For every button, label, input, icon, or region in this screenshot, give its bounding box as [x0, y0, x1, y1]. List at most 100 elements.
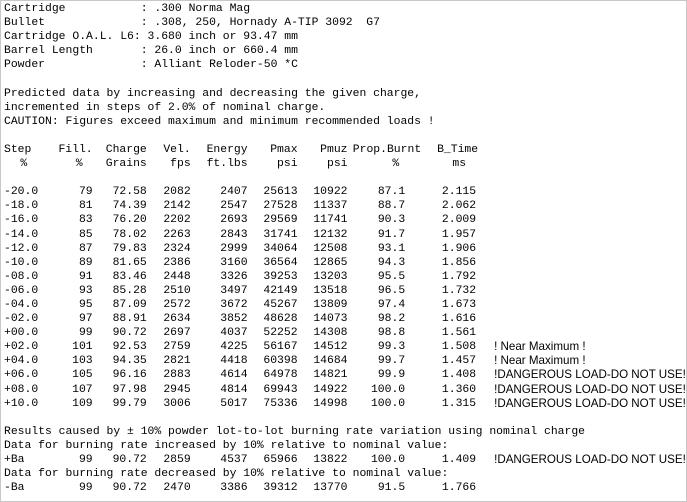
- header-velocity: Vel.: [163, 143, 191, 156]
- cell-fill: 79: [78, 186, 93, 199]
- cell-fill: 105: [72, 369, 93, 382]
- cell-b-time: 1.856: [441, 256, 477, 269]
- cell-charge: 72.58: [112, 186, 147, 199]
- cell-fill: 81: [78, 200, 93, 213]
- decreased-label-row: Data for burning rate decreased by 10% r…: [4, 467, 686, 481]
- cell-pmuz: 14308: [313, 327, 348, 340]
- cell-b-time: 1.792: [441, 270, 477, 283]
- cell-warning: [478, 242, 686, 256]
- table-row: -10.0 89 81.65 2386 3160 36564 12865 94.3 1.856: [4, 256, 686, 270]
- cell-prop-burnt: 91.7: [377, 228, 406, 241]
- cell-step: -18.0: [4, 200, 39, 213]
- cell-velocity: 2470: [163, 482, 191, 495]
- cell-charge: 81.65: [112, 256, 147, 269]
- variation-body: Results caused by ± 10% powder lot-to-lo…: [4, 411, 686, 496]
- cell-warning: [478, 298, 686, 312]
- cell-step: +00.0: [4, 327, 39, 340]
- cell-pmax: 25613: [263, 186, 298, 199]
- cell-pmuz: 14073: [313, 313, 348, 326]
- note-line: Predicted data by increasing and decreas…: [4, 87, 421, 100]
- cell-pmax: 45267: [263, 298, 298, 311]
- cell-velocity: 2634: [163, 313, 191, 326]
- header-fill: Fill.: [58, 143, 93, 156]
- cell-b-time: 1.408: [441, 369, 477, 382]
- cell-energy: 4614: [220, 369, 248, 382]
- cell-velocity: 2448: [163, 270, 191, 283]
- cell-step: -14.0: [4, 228, 39, 241]
- info-line-powder: Powder : Alliant Reloder-50 *C: [4, 59, 298, 72]
- cell-charge: 83.46: [112, 270, 147, 283]
- cell-pmuz: 11741: [313, 214, 348, 227]
- info-line-cartridge: Cartridge : .300 Norma Mag: [4, 3, 251, 15]
- info-line-oal: Cartridge O.A.L. L6: 3.680 inch or 93.47…: [4, 31, 298, 44]
- cell-charge: 88.91: [112, 313, 147, 326]
- cell-velocity: 2510: [163, 284, 191, 297]
- cell-energy: 3852: [220, 313, 248, 326]
- cell-pmax: 69943: [263, 383, 298, 396]
- cell-b-time: 1.906: [441, 242, 477, 255]
- cell-charge: 97.98: [112, 383, 147, 396]
- cell-prop-burnt: 100.0: [370, 397, 406, 410]
- cell-b-time: 1.732: [441, 284, 477, 297]
- table-units-row: % % Grains fps ft.lbs psi psi % ms: [4, 157, 686, 171]
- cell-step: -12.0: [4, 242, 39, 255]
- caution-line: CAUTION: Figures exceed maximum and mini…: [4, 115, 435, 128]
- cell-energy: 4037: [220, 327, 248, 340]
- info-line-bullet: Bullet : .308, 250, Hornady A-TIP 3092 G…: [4, 17, 380, 30]
- unit-pmax: psi: [277, 158, 298, 171]
- cell-b-time: 1.409: [441, 454, 477, 466]
- cell-energy: 4418: [220, 355, 248, 368]
- cell-prop-burnt: 99.9: [377, 369, 406, 382]
- cell-prop-burnt: 91.5: [377, 482, 406, 495]
- cell-velocity: 2859: [163, 454, 191, 466]
- cell-prop-burnt: 94.3: [377, 256, 406, 269]
- cell-energy: 4814: [220, 383, 248, 396]
- table-row: -12.0 87 79.83 2324 2999 34064 12508 93.1 1.906: [4, 242, 686, 256]
- cell-charge: 76.20: [112, 214, 147, 227]
- unit-prop-burnt: %: [392, 158, 400, 171]
- table-row: -04.0 95 87.09 2572 3672 45267 13809 97.4 1.673: [4, 298, 686, 312]
- increased-label-row: Data for burning rate increased by 10% r…: [4, 439, 686, 453]
- cell-pmuz: 12865: [313, 256, 348, 269]
- cell-energy: 2693: [220, 214, 248, 227]
- results-content: Cartridge : .300 Norma Mag Bullet : .308…: [4, 2, 686, 495]
- header-b-time: B_Time: [437, 143, 479, 156]
- cell-charge: 96.16: [112, 369, 147, 382]
- cell-velocity: 2142: [163, 200, 191, 213]
- cell-step: -04.0: [4, 298, 39, 311]
- cell-warning: [478, 284, 686, 298]
- cell-prop-burnt: 98.8: [377, 327, 406, 340]
- cell-warning: [478, 199, 686, 213]
- cell-pmax: 36564: [263, 256, 298, 269]
- cell-fill: 107: [72, 383, 93, 396]
- unit-velocity: fps: [170, 158, 191, 171]
- cell-prop-burnt: 98.2: [377, 313, 406, 326]
- cell-warning: [478, 270, 686, 284]
- variation-title-row: Results caused by ± 10% powder lot-to-lo…: [4, 425, 686, 439]
- cell-step: -06.0: [4, 284, 39, 297]
- cell-step: -02.0: [4, 313, 39, 326]
- cell-velocity: 2263: [163, 228, 191, 241]
- cell-step: +10.0: [4, 397, 39, 410]
- cell-step: +Ba: [4, 454, 25, 466]
- table-row: +10.0 109 99.79 3006 5017 75336 14998 100.0 1.31…: [4, 397, 686, 411]
- cell-velocity: 2082: [163, 186, 191, 199]
- cell-prop-burnt: 90.3: [377, 214, 406, 227]
- table-body: -20.0 79 72.58 2082 2407 25613 10922 87.1 2.115-…: [4, 185, 686, 411]
- load-data-table: Step Fill. Charge Vel. Energy Pmax Pmuz …: [4, 143, 686, 495]
- cell-pmuz: 13518: [313, 284, 348, 297]
- unit-charge: Grains: [105, 158, 147, 171]
- cell-pmax: 65966: [263, 454, 298, 466]
- cell-step: -Ba: [4, 482, 25, 495]
- unit-pmuz: psi: [327, 158, 348, 171]
- table-row: +04.0 103 94.35 2821 4418 60398 14684 99.7 1.457…: [4, 354, 686, 368]
- cell-b-time: 1.766: [441, 482, 477, 495]
- cell-pmuz: 14998: [313, 397, 348, 410]
- cell-prop-burnt: 96.5: [377, 284, 406, 297]
- cell-pmuz: 10922: [313, 186, 348, 199]
- cell-prop-burnt: 99.3: [377, 341, 406, 354]
- table-row: +00.0 99 90.72 2697 4037 52252 14308 98.8 1.561: [4, 326, 686, 340]
- cell-prop-burnt: 97.4: [377, 298, 406, 311]
- cell-energy: 2843: [220, 228, 248, 241]
